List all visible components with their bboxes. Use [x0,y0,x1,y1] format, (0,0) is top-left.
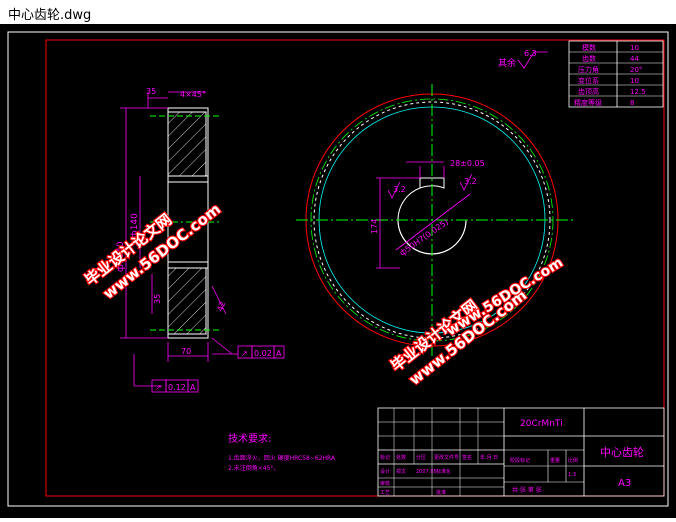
svg-text:0.12: 0.12 [168,383,186,392]
svg-text:工艺: 工艺 [380,490,390,496]
svg-text:10: 10 [630,44,639,52]
svg-text:阶段标记: 阶段标记 [510,457,530,464]
svg-text:年.月.日: 年.月.日 [480,454,498,461]
front-view: 28±0.05 174 ф50H7(0.025) 3.2 3.2 [296,84,574,356]
part-name: 中心齿轮 [600,445,644,459]
svg-text:10: 10 [630,77,639,85]
dim-chamfer: 4×45° [180,90,206,99]
section-hatch-bottom [167,267,207,335]
svg-text:标准化: 标准化 [436,468,451,475]
tolerance-frame-1: ↗ 0.02 A [237,345,285,359]
dim-width: 70 [181,347,191,356]
svg-text:1:3: 1:3 [568,472,576,478]
svg-text:处数: 处数 [396,454,406,461]
svg-text:齿顶高: 齿顶高 [578,87,599,96]
dim-height: 174 [370,219,379,234]
svg-text:8: 8 [630,99,634,107]
title-block: 标记 处数 分区 更改文件号 签名 年.月.日 设计 郑文 2007.05 标准… [377,407,665,497]
paper-size: A3 [618,478,631,489]
dim-keyway-width: 28±0.05 [450,159,485,168]
tolerance-frame-2: ↗ 0.12 A [151,379,199,393]
dim-mid: 35 [153,294,162,304]
dim-top: 35 [146,87,156,96]
svg-text:20°: 20° [630,66,642,74]
window-titlebar: 中心齿轮.dwg [0,0,676,24]
technical-requirements: 技术要求: 1.齿面淬火，回火 硬度HRC58~62HRA 2.未注倒角×45°… [228,432,336,472]
svg-text:变位系: 变位系 [578,76,599,85]
svg-text:6.3: 6.3 [524,49,537,58]
svg-text:压力角: 压力角 [578,65,599,74]
svg-text:精度等级: 精度等级 [574,98,602,107]
svg-text:签名: 签名 [462,454,472,461]
svg-text:郑文: 郑文 [396,468,406,475]
svg-text:↗: ↗ [241,349,248,358]
svg-text:↗: ↗ [155,383,162,392]
svg-text:www.56DOC.com: www.56DOC.com [444,255,566,340]
svg-text:重量: 重量 [550,457,560,464]
cad-viewport[interactable]: 4×45° 35 ф1640 ф140 35 42 70 ↗ 0.02 A ↗ … [0,24,676,518]
window-title: 中心齿轮.dwg [8,8,92,23]
ra-keyway-top: 3.2 [464,177,477,186]
svg-text:A: A [276,349,282,358]
drawing-canvas: 4×45° 35 ф1640 ф140 35 42 70 ↗ 0.02 A ↗ … [7,31,669,507]
svg-text:标记: 标记 [380,454,390,461]
svg-text:设计: 设计 [380,468,390,475]
svg-text:分区: 分区 [416,454,426,461]
svg-text:2007.05: 2007.05 [416,469,437,475]
general-roughness: 其余 6.3 [498,49,548,69]
svg-text:模数: 模数 [582,43,596,52]
ra-keyway-left: 3.2 [393,185,406,194]
svg-text:技术要求:: 技术要求: [228,432,271,445]
svg-text:0.02: 0.02 [254,349,272,358]
svg-text:更改文件号: 更改文件号 [434,454,459,461]
svg-text:比例: 比例 [568,457,578,464]
material-label: 20CrMnTi [520,419,563,429]
svg-text:2.未注倒角×45°。: 2.未注倒角×45°。 [228,464,279,472]
svg-text:齿数: 齿数 [582,54,596,63]
svg-text:12.5: 12.5 [630,88,646,96]
svg-text:1.齿面淬火，回火 硬度HRC58~62HRA: 1.齿面淬火，回火 硬度HRC58~62HRA [228,454,336,462]
watermark-3: www.56DOC.com [443,254,568,341]
gear-parameter-table: 模数 10 齿数 44 压力角 20° 变位系 10 齿顶高 12.5 精度等级… [568,40,664,108]
svg-text:其余: 其余 [498,57,516,69]
dim-bore: ф50H7(0.025) [398,217,450,257]
dim-right-small: 42 [215,300,227,313]
svg-text:44: 44 [630,55,639,63]
svg-text:A: A [190,383,196,392]
svg-text:批准: 批准 [436,489,446,496]
svg-text:审核: 审核 [380,480,390,487]
section-hatch-top [167,111,207,177]
svg-text:共 张 第 张: 共 张 第 张 [512,486,542,494]
